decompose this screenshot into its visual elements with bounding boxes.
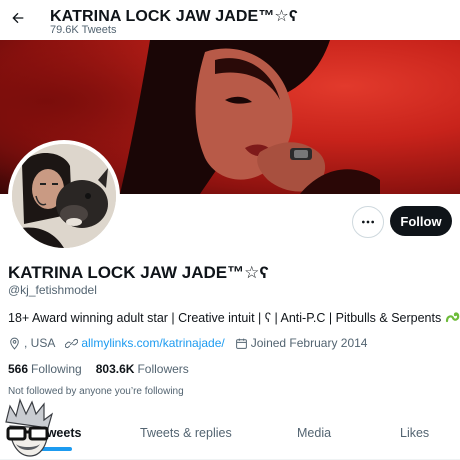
more-dots-icon (362, 220, 374, 224)
calendar-icon (235, 338, 247, 349)
back-arrow-icon (12, 12, 24, 24)
tweet-count: 79.6K Tweets (50, 24, 117, 36)
followers-label: Followers (137, 362, 189, 376)
snake-emoji-icon (446, 312, 460, 323)
following-stat[interactable]: 566 Following (8, 362, 82, 376)
location-icon (10, 337, 19, 350)
more-options-button[interactable] (352, 206, 384, 238)
following-count: 566 (8, 362, 29, 376)
tab-tweets-replies[interactable]: Tweets & replies (140, 426, 232, 440)
follow-stats: 566 Following 803.6K Followers (8, 362, 189, 376)
avatar[interactable] (8, 140, 120, 252)
header-title: KATRINA LOCK JAW JADE™☆ʕ (50, 8, 298, 25)
website-item: allmylinks.com/katrinajade/ (65, 336, 225, 350)
profile-handle: @kj_fetishmodel (8, 283, 97, 297)
link-icon (65, 338, 79, 348)
mascot-watermark-icon (5, 398, 54, 457)
tab-likes[interactable]: Likes (400, 426, 429, 440)
back-button[interactable] (6, 6, 30, 30)
following-label: Following (31, 362, 82, 376)
followed-by-note: Not followed by anyone you’re following (8, 386, 184, 397)
followers-count: 803.6K (95, 362, 135, 376)
bio-text: 18+ Award winning adult star | Creative … (8, 311, 442, 325)
joined-item: Joined February 2014 (235, 336, 368, 350)
location-item: , USA (8, 336, 55, 350)
profile-meta: , USA allmylinks.com/katrinajade/ Joined… (8, 336, 377, 350)
avatar-image (12, 144, 116, 248)
profile-tabs: Tweets Tweets & replies Media Likes (0, 410, 460, 460)
top-bar: KATRINA LOCK JAW JADE™☆ʕ 79.6K Tweets (0, 0, 460, 40)
website-link[interactable]: allmylinks.com/katrinajade/ (81, 336, 224, 350)
profile-display-name: KATRINA LOCK JAW JADE™☆ʕ (8, 263, 269, 282)
profile-bio: 18+ Award winning adult star | Creative … (8, 311, 460, 325)
joined-text: Joined February 2014 (250, 336, 368, 350)
location-text: , USA (24, 336, 56, 350)
followers-stat[interactable]: 803.6K Followers (96, 362, 189, 376)
tab-media[interactable]: Media (297, 426, 331, 440)
follow-button[interactable]: Follow (390, 206, 452, 236)
